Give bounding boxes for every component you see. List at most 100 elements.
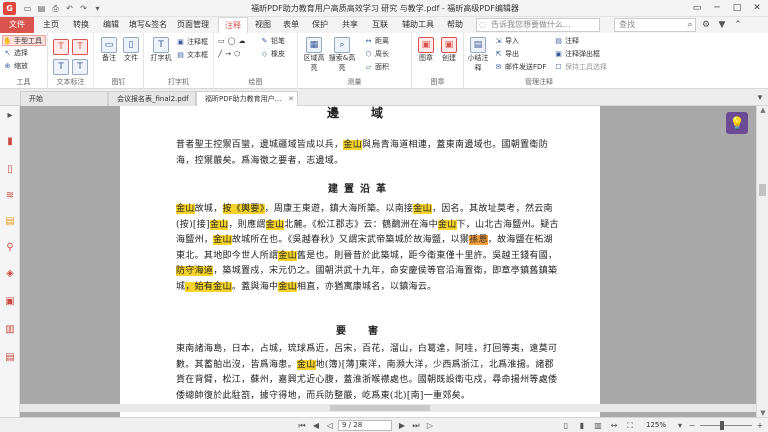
zoom-dropdown-icon[interactable]: ▾ <box>674 420 686 431</box>
vertical-scrollbar[interactable]: ▲ ▼ <box>756 106 768 417</box>
textbox-button[interactable]: ▤ 文本框 <box>176 50 208 61</box>
tell-me-input[interactable]: ◌ 告诉我您想要做什么... <box>476 18 600 32</box>
tab-form[interactable]: 表单 <box>278 17 304 33</box>
keep-tool-selected-checkbox[interactable]: ☐ 保持工具选择 <box>554 62 607 73</box>
next-view-icon[interactable]: ▷ <box>424 420 436 431</box>
tab-fill-sign[interactable]: 填写&签名 <box>126 17 170 33</box>
tab-connect[interactable]: 互联 <box>366 17 394 33</box>
highlight-text-icon[interactable]: T <box>53 39 69 55</box>
skin-icon[interactable]: ▼ <box>716 19 728 31</box>
tab-comment[interactable]: 注释 <box>218 17 248 33</box>
customize-chevron-icon[interactable]: ▾ <box>92 3 103 14</box>
content-icon[interactable]: ▤ <box>4 352 16 364</box>
security-icon[interactable]: ◈ <box>4 268 16 280</box>
pdf-page[interactable]: 邊 域 昔者聖王控禦百蠻，邊城疆域皆成以兵，金山與烏青海道相連，蓋東南邊域也。國… <box>120 106 600 417</box>
pencil-button[interactable]: ✎ 铅笔 <box>260 36 285 47</box>
search-icon[interactable]: ⌕ <box>684 19 696 31</box>
tab-list-chevron-icon[interactable]: ▾ <box>754 92 766 104</box>
save-icon[interactable]: ▤ <box>36 3 47 14</box>
page-number-input[interactable]: 9 / 28 <box>338 420 392 431</box>
zoom-slider-knob[interactable] <box>720 421 724 430</box>
document-canvas[interactable]: 邊 域 昔者聖王控禦百蠻，邊城疆域皆成以兵，金山與烏青海道相連，蓋東南邊域也。國… <box>20 106 756 417</box>
redo-icon[interactable]: ↷ <box>78 3 89 14</box>
email-fdf-button[interactable]: ✉ 邮件发送FDF <box>494 62 547 73</box>
perimeter-button[interactable]: ⬡ 周长 <box>364 49 389 60</box>
restore-ribbon-icon[interactable]: ▭ <box>686 0 708 17</box>
fit-width-icon[interactable]: ↔ <box>608 420 620 431</box>
ellipse-icon[interactable]: ◯ <box>228 37 239 45</box>
zoom-level[interactable]: 125% <box>646 420 666 431</box>
zoom-in-icon[interactable]: + <box>754 420 766 431</box>
create-stamp-button[interactable]: ▣ 创建 <box>439 37 459 63</box>
two-page-icon[interactable]: ▥ <box>592 420 604 431</box>
close-tab-icon[interactable]: ✕ <box>288 92 294 106</box>
prev-view-icon[interactable]: ◁ <box>324 420 336 431</box>
bookmark-icon[interactable]: ▮ <box>4 136 16 148</box>
tab-home[interactable]: 主页 <box>36 17 66 33</box>
next-page-icon[interactable]: ▶ <box>396 420 408 431</box>
horizontal-scroll-thumb[interactable] <box>330 405 430 411</box>
close-button[interactable]: ✕ <box>746 0 768 17</box>
callout-button[interactable]: ▣ 注释框 <box>176 37 208 48</box>
typewriter-button[interactable]: T 打字机 <box>150 37 172 63</box>
tab-edit[interactable]: 编辑 <box>96 17 126 33</box>
last-page-icon[interactable]: ⏭ <box>410 420 422 431</box>
vertical-scroll-thumb[interactable] <box>759 184 766 196</box>
eraser-button[interactable]: ◇ 橡皮 <box>260 49 285 60</box>
summarize-comments-button[interactable]: ▤ 小结注释 <box>466 37 490 73</box>
scroll-down-icon[interactable]: ▼ <box>757 409 768 417</box>
shape-tools[interactable]: ▭◯☁ <box>218 36 248 47</box>
line-tools[interactable]: ╱→⬠ <box>218 49 243 60</box>
arrow-icon[interactable]: → <box>225 50 234 58</box>
open-icon[interactable]: ▭ <box>22 3 33 14</box>
strikeout-text-icon[interactable]: T <box>53 59 69 75</box>
cloud-icon[interactable]: ☁ <box>238 37 248 45</box>
import-button[interactable]: ⇲ 导入 <box>494 36 519 47</box>
doc-tab-registration[interactable]: 会议报名表_final2.pdf <box>108 91 196 106</box>
tab-page-manage[interactable]: 页面管理 <box>170 17 216 33</box>
tab-view[interactable]: 视图 <box>250 17 276 33</box>
zoom-slider[interactable] <box>700 421 752 430</box>
options-icon[interactable]: ⚙ <box>700 19 712 31</box>
comments-dropdown[interactable]: ▤ 注释 <box>554 36 579 47</box>
attachments-icon[interactable]: ⚲ <box>4 242 16 254</box>
export-button[interactable]: ⇱ 导出 <box>494 49 519 60</box>
polygon-icon[interactable]: ⬠ <box>234 50 243 58</box>
distance-button[interactable]: ↔ 距离 <box>364 36 389 47</box>
tab-file[interactable]: 文件 <box>0 17 34 33</box>
popup-notes-dropdown[interactable]: ▣ 注释弹出框 <box>554 49 600 60</box>
prev-page-icon[interactable]: ◀ <box>310 420 322 431</box>
zoom-out-icon[interactable]: − <box>686 420 698 431</box>
stamp-button[interactable]: ▣ 图章 <box>416 37 436 63</box>
continuous-icon[interactable]: ▮ <box>576 420 588 431</box>
minimize-button[interactable]: ─ <box>706 0 728 17</box>
maximize-button[interactable]: □ <box>726 0 748 17</box>
print-icon[interactable]: ⎙ <box>50 3 61 14</box>
undo-icon[interactable]: ↶ <box>64 3 75 14</box>
tab-share[interactable]: 共享 <box>336 17 364 33</box>
comments-panel-icon[interactable]: ▤ <box>4 216 16 228</box>
rectangle-icon[interactable]: ▭ <box>218 37 228 45</box>
single-page-icon[interactable]: ▯ <box>560 420 572 431</box>
fit-page-icon[interactable]: ⛶ <box>624 420 636 431</box>
collapse-ribbon-icon[interactable]: ⌃ <box>732 19 744 31</box>
tab-help[interactable]: 帮助 <box>442 17 468 33</box>
area-button[interactable]: ▱ 面积 <box>364 62 389 73</box>
file-attach-button[interactable]: ▯ 文件 <box>122 37 140 63</box>
expand-panel-icon[interactable]: ▸ <box>4 110 16 122</box>
form-fields-icon[interactable]: ▥ <box>4 324 16 336</box>
doc-tab-start[interactable]: 开始 <box>20 91 108 106</box>
doc-tab-current[interactable]: 福昕PDF助力教育用户... ✕ <box>196 91 298 106</box>
first-page-icon[interactable]: ⏮ <box>296 420 308 431</box>
lock-icon[interactable]: ▣ <box>4 296 16 308</box>
scroll-up-icon[interactable]: ▲ <box>757 106 768 114</box>
replace-text-icon[interactable]: T <box>72 59 88 75</box>
tab-accessibility[interactable]: 辅助工具 <box>396 17 440 33</box>
assistant-lightbulb-icon[interactable]: 💡 <box>726 112 748 134</box>
area-highlight-button[interactable]: ▦ 区域高亮 <box>302 37 326 73</box>
note-button[interactable]: ▭ 备注 <box>100 37 118 63</box>
underline-text-icon[interactable]: T <box>72 39 88 55</box>
tab-convert[interactable]: 转换 <box>66 17 96 33</box>
zoom-button[interactable]: ⊕ 缩放 <box>3 61 28 72</box>
pages-icon[interactable]: ▯ <box>4 164 16 176</box>
